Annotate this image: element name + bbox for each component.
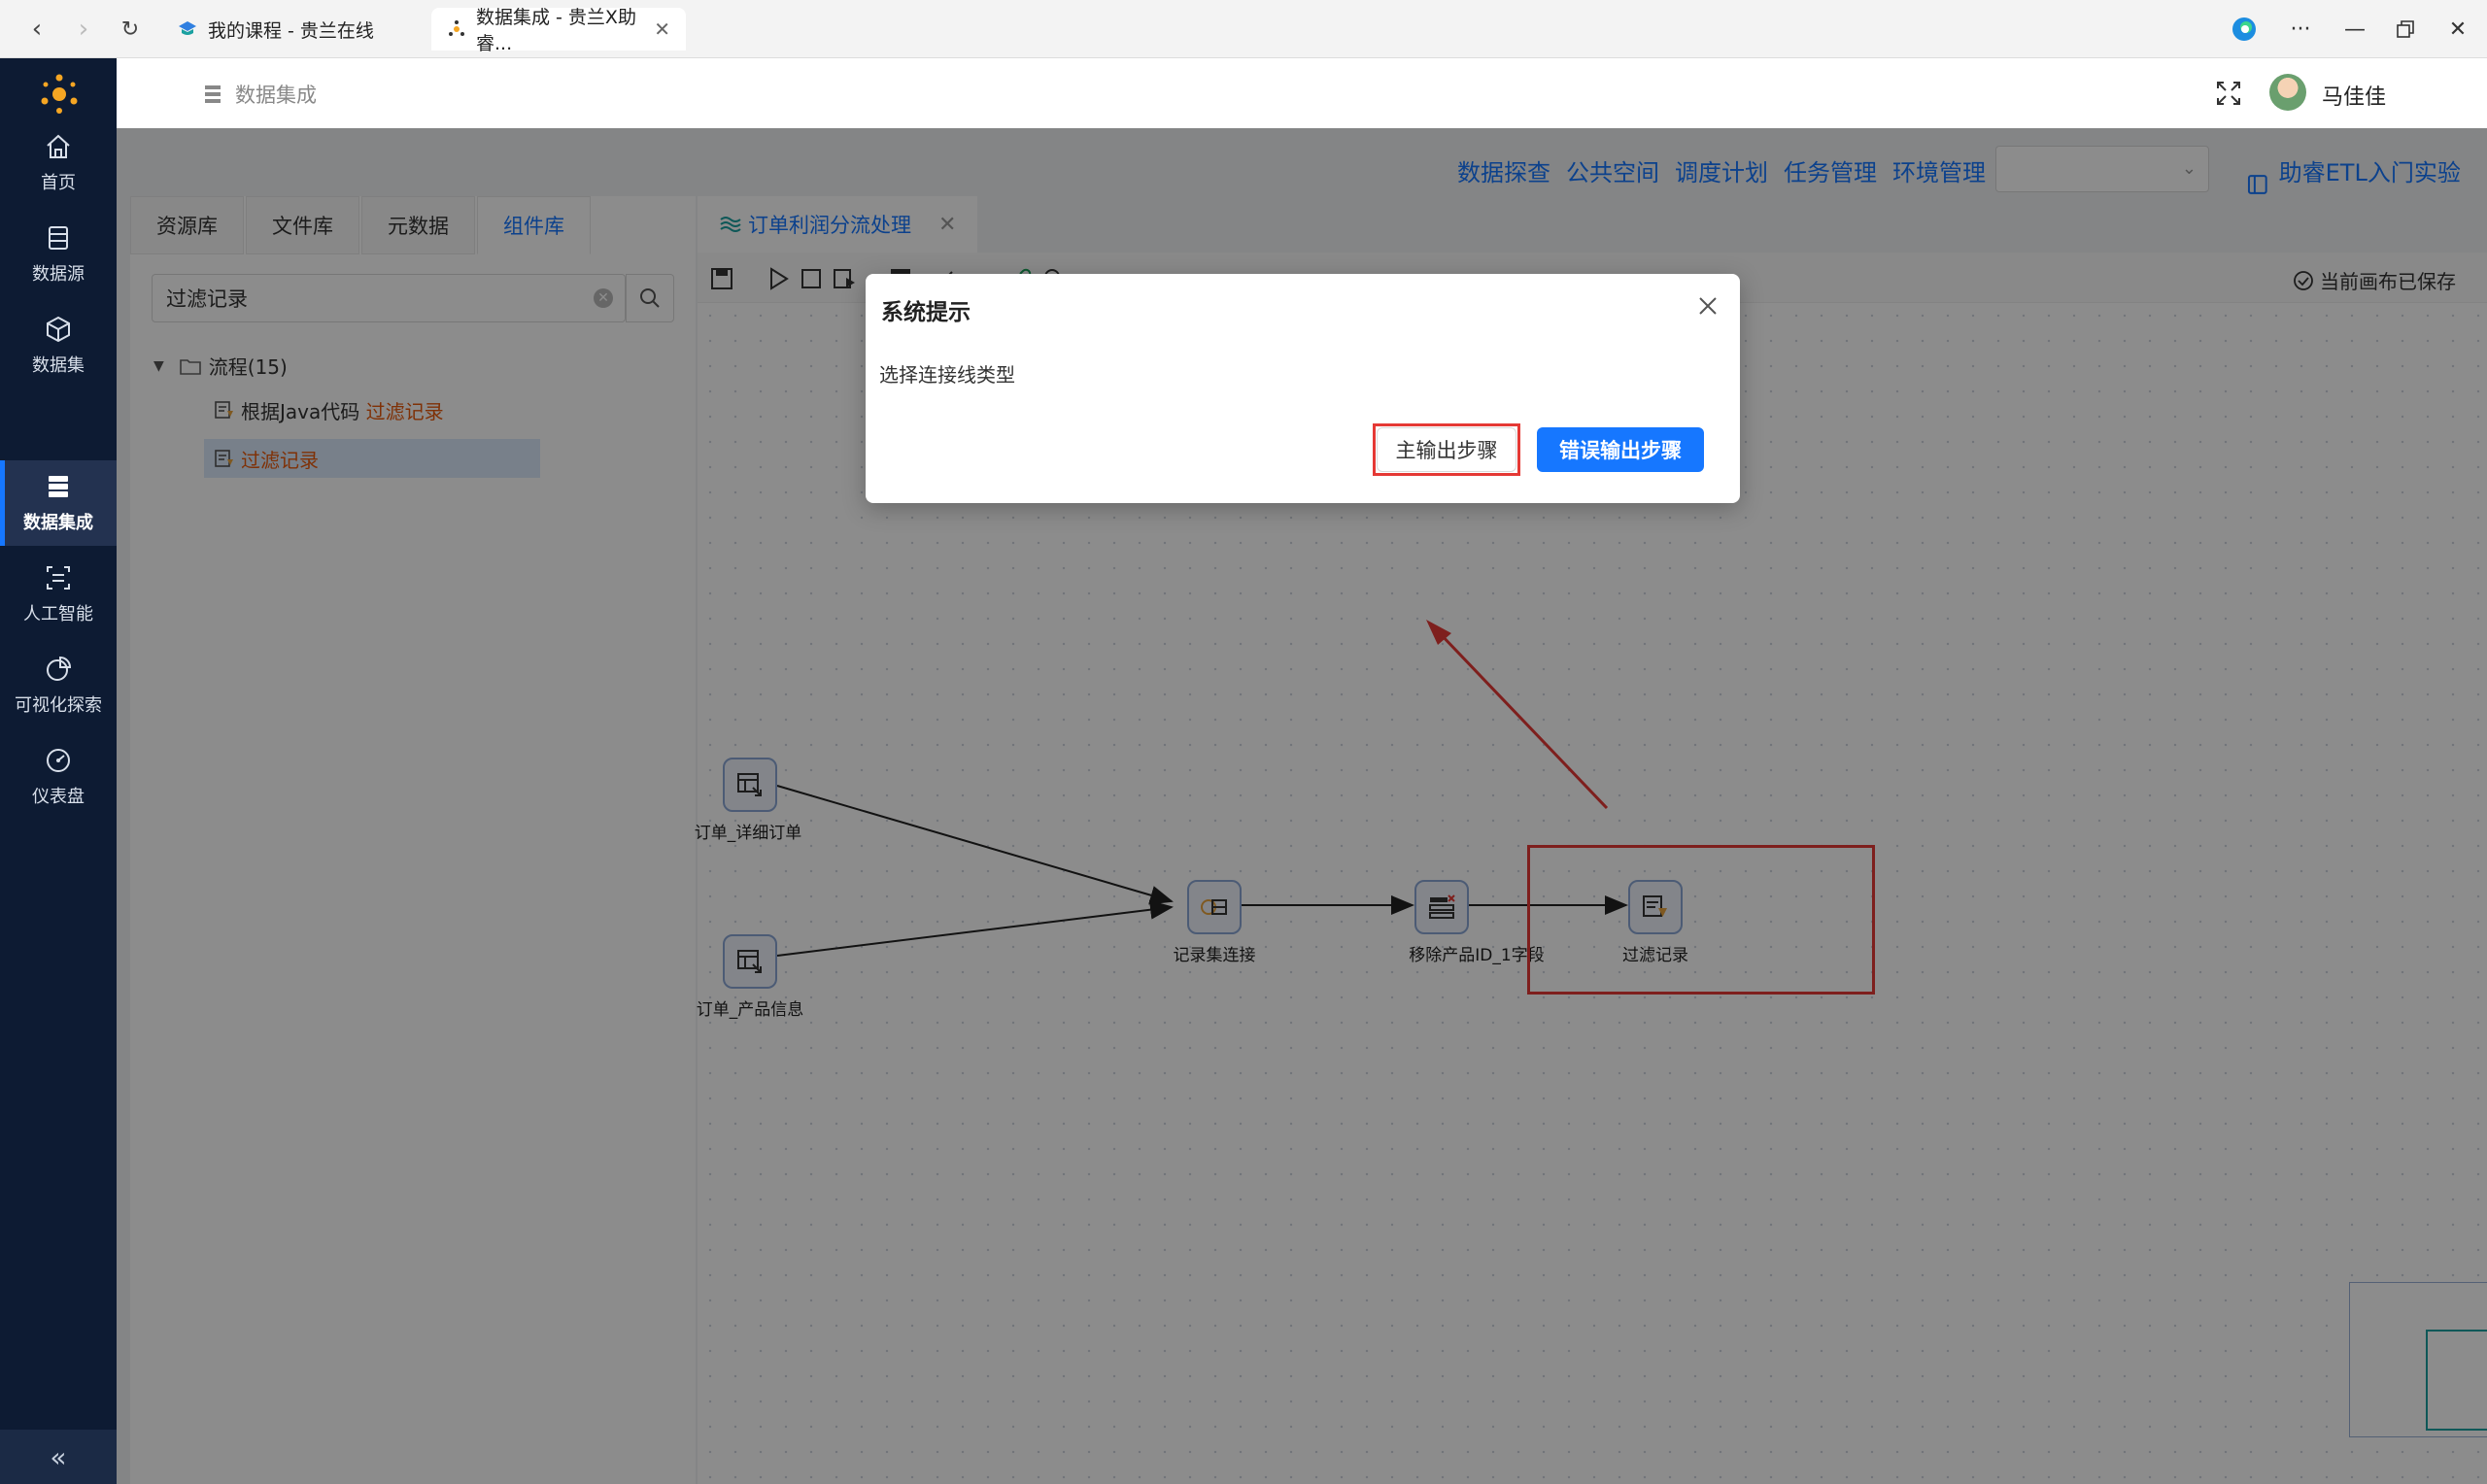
edge-copilot-icon[interactable] <box>2225 12 2264 47</box>
reload-icon[interactable]: ↻ <box>113 12 148 47</box>
cube-icon <box>47 316 70 343</box>
pie-chart-icon <box>47 656 72 681</box>
annotation-highlight-box <box>1373 423 1520 476</box>
server-icon <box>205 85 221 103</box>
restore-icon[interactable] <box>2386 12 2425 47</box>
sidebar-item-dashboard[interactable]: 仪表盘 <box>0 734 117 820</box>
dialog-message: 选择连接线类型 <box>879 363 1015 387</box>
sidebar-item-label: 数据源 <box>32 264 85 285</box>
dialog-title: 系统提示 <box>881 300 971 325</box>
sidebar-item-label: 仪表盘 <box>32 787 85 807</box>
browser-toolbar: ‹ › ↻ 我的课程 - 贵兰在线 数据集成 - 贵兰X助睿... ✕ ··· … <box>0 0 2487 58</box>
browser-tab-courses[interactable]: 我的课程 - 贵兰在线 <box>161 8 424 51</box>
server-icon <box>49 476 68 497</box>
sidebar-item-label: 可视化探索 <box>15 695 102 716</box>
error-output-button[interactable]: 错误输出步骤 <box>1537 427 1704 472</box>
sidebar-item-label: 数据集 <box>32 355 85 376</box>
system-dialog: 系统提示 选择连接线类型 主输出步骤 错误输出步骤 <box>866 274 1740 503</box>
tab-close-icon[interactable]: ✕ <box>654 17 670 41</box>
browser-tab-integration[interactable]: 数据集成 - 贵兰X助睿... ✕ <box>431 7 686 54</box>
window-close-icon[interactable]: ✕ <box>2438 12 2477 47</box>
minimize-icon[interactable]: — <box>2335 12 2374 47</box>
more-menu-icon[interactable]: ··· <box>2281 12 2320 47</box>
forward-icon[interactable]: › <box>66 12 101 47</box>
sidebar-collapse-icon[interactable]: « <box>0 1430 117 1484</box>
sidebar-item-ai[interactable]: 人工智能 <box>0 552 117 637</box>
breadcrumb: 数据集成 <box>202 80 317 109</box>
close-icon[interactable] <box>1693 291 1722 320</box>
sidebar-item-label: 数据集成 <box>23 513 93 533</box>
back-icon[interactable]: ‹ <box>19 12 54 47</box>
browser-tab-title: 我的课程 - 贵兰在线 <box>208 19 374 42</box>
sidebar-item-home[interactable]: 首页 <box>0 120 117 206</box>
gauge-icon <box>47 749 70 772</box>
breadcrumb-label: 数据集成 <box>235 84 317 107</box>
sidebar-item-label: 首页 <box>41 173 76 193</box>
sidebar: 首页 数据源 数据集 数据集成 人工智能 可视化探索 仪表盘 « <box>0 58 117 1484</box>
username[interactable]: 马佳佳 <box>2322 80 2386 111</box>
app-logo-icon[interactable] <box>37 72 82 117</box>
fullscreen-icon[interactable] <box>2215 80 2242 107</box>
app-favicon-icon <box>447 18 466 40</box>
sidebar-item-integration[interactable]: 数据集成 <box>0 460 117 546</box>
sidebar-item-dataset[interactable]: 数据集 <box>0 303 117 388</box>
home-icon <box>47 134 70 158</box>
sidebar-item-label: 人工智能 <box>23 604 93 624</box>
sidebar-item-datasource[interactable]: 数据源 <box>0 212 117 297</box>
avatar[interactable] <box>2269 74 2306 111</box>
sidebar-item-visual[interactable]: 可视化探索 <box>0 643 117 728</box>
course-favicon-icon <box>177 18 198 40</box>
app-header: 数据集成 马佳佳 <box>117 58 2487 128</box>
database-icon <box>49 226 68 250</box>
browser-tab-title: 数据集成 - 贵兰X助睿... <box>476 7 636 54</box>
ai-scan-icon <box>47 566 70 590</box>
